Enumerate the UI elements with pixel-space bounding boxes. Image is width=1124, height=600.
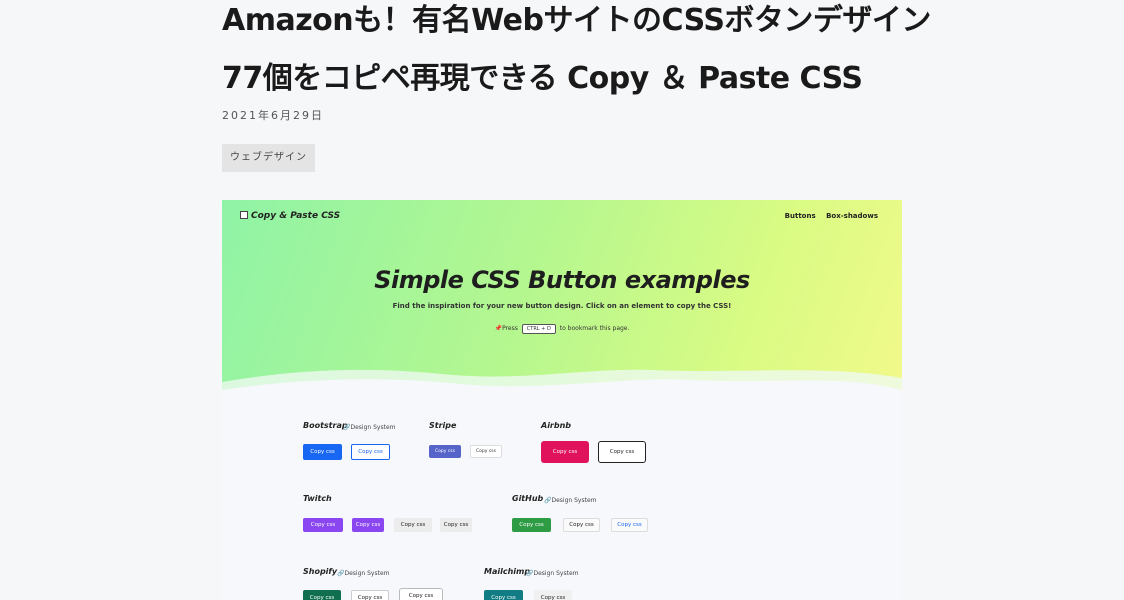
preview-wave-divider (222, 369, 902, 420)
preview-heading: Simple CSS Button examples (374, 266, 750, 294)
brand-shopify: Shopify (303, 567, 338, 576)
button-sample: Copy css (303, 590, 341, 600)
button-sample: Copy css (440, 518, 472, 532)
button-sample: Copy css (399, 588, 443, 600)
article-header: Amazonも！有名WebサイトのCSSボタンデザイン 77個をコピペ再現できる… (222, 0, 931, 172)
pushpin-icon: 📌 (494, 325, 503, 332)
button-sample: Copy css (303, 518, 343, 532)
brand-github: GitHub (512, 494, 544, 503)
preview-bookmark-hint: 📌Press CTRL + D to bookmark this page. (222, 324, 902, 334)
article-title-line-1[interactable]: Amazonも！有名WebサイトのCSSボタンデザイン (222, 0, 931, 50)
button-sample: Copy css (429, 445, 461, 458)
preview-subheading: Find the inspiration for your new button… (392, 302, 732, 310)
article-hero-image[interactable]: Copy & Paste CSS Buttons Box-shadows Sim… (222, 200, 902, 600)
button-sample: Copy css (563, 518, 600, 532)
category-tag[interactable]: ウェブデザイン (222, 144, 315, 172)
press-suffix: to bookmark this page. (559, 325, 630, 332)
button-sample: Copy css (534, 590, 572, 600)
design-system-link: 🔗Design System (337, 570, 390, 577)
button-sample: Copy css (351, 444, 390, 460)
button-sample: Copy css (470, 445, 502, 458)
shortcut-key: CTRL + D (521, 324, 556, 334)
button-sample: Copy css (394, 518, 432, 532)
preview-logo: Copy & Paste CSS (240, 211, 340, 221)
button-sample: Copy css (512, 518, 551, 532)
brand-twitch: Twitch (303, 494, 332, 503)
design-system-link: 🔗Design System (343, 424, 396, 431)
brand-stripe: Stripe (429, 421, 457, 430)
design-system-link: 🔗Design System (544, 497, 597, 504)
preview-nav-box-shadows: Box-shadows (826, 212, 878, 220)
design-system-link: 🔗Design System (526, 570, 579, 577)
article-title-line-2[interactable]: 77個をコピペ再現できる Copy ＆ Paste CSS (222, 50, 902, 108)
brand-mailchimp: Mailchimp (484, 567, 531, 576)
press-prefix: Press (502, 325, 518, 332)
brand-bootstrap: Bootstrap (303, 421, 348, 430)
publish-date: 2021年6月29日 (222, 109, 324, 122)
preview-nav-buttons: Buttons (784, 212, 816, 220)
button-sample: Copy css (541, 441, 589, 463)
button-sample: Copy css (484, 590, 523, 600)
button-sample: Copy css (598, 441, 646, 463)
preview-nav: Buttons Box-shadows (777, 212, 878, 220)
logo-icon (240, 211, 248, 219)
button-sample: Copy css (351, 590, 389, 600)
button-sample: Copy css (611, 518, 648, 532)
article-title[interactable]: Amazonも！有名WebサイトのCSSボタンデザイン 77個をコピペ再現できる… (222, 0, 931, 108)
button-sample: Copy css (303, 444, 342, 460)
preview-logo-text: Copy & Paste CSS (251, 211, 341, 221)
brand-airbnb: Airbnb (541, 421, 572, 430)
button-sample: Copy css (352, 518, 384, 532)
